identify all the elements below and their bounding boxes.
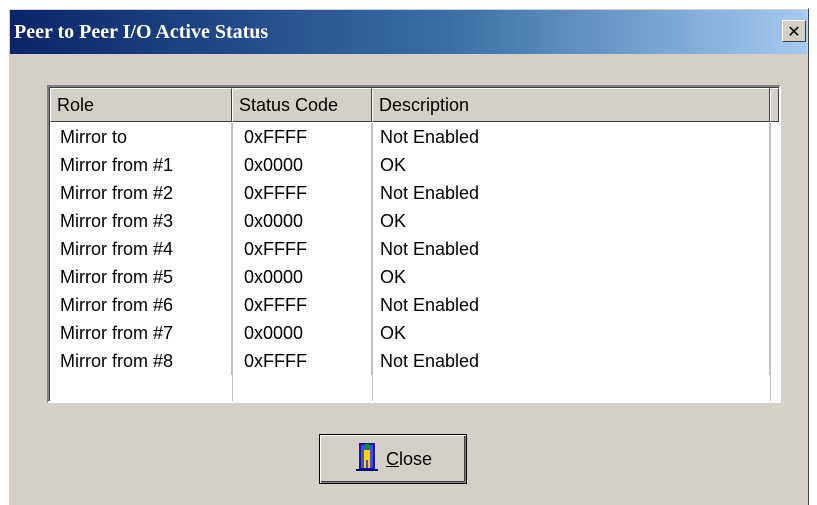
close-mnemonic: C <box>385 448 399 469</box>
cell-description: Not Enabled <box>372 235 770 263</box>
cell-status-code: 0xFFFF <box>232 235 372 263</box>
cell-role: Mirror from #3 <box>50 207 232 235</box>
column-header-status-code[interactable]: Status Code <box>232 88 372 122</box>
cell-status-code: 0x0000 <box>232 151 372 179</box>
list-row[interactable]: Mirror from #6 0xFFFF Not Enabled <box>50 291 779 319</box>
column-header-filler <box>770 88 779 122</box>
title-close-button[interactable]: ✕ <box>782 20 806 42</box>
cell-role: Mirror from #8 <box>50 347 232 375</box>
list-row[interactable]: Mirror from #1 0x0000 OK <box>50 151 779 179</box>
list-row[interactable]: Mirror from #5 0x0000 OK <box>50 263 779 291</box>
cell-status-code: 0xFFFF <box>232 347 372 375</box>
list-row[interactable]: Mirror from #3 0x0000 OK <box>50 207 779 235</box>
list-row[interactable]: Mirror from #7 0x0000 OK <box>50 319 779 347</box>
door-exit-icon <box>354 442 380 477</box>
list-row[interactable]: Mirror from #4 0xFFFF Not Enabled <box>50 235 779 263</box>
status-list[interactable]: Role Status Code Description Mirror to 0… <box>47 85 781 403</box>
list-rows: Mirror to 0xFFFF Not Enabled Mirror from… <box>50 123 779 375</box>
cell-description: OK <box>372 207 770 235</box>
cell-role: Mirror from #7 <box>50 319 232 347</box>
close-button-label: Close <box>386 449 432 470</box>
list-row[interactable]: Mirror to 0xFFFF Not Enabled <box>50 123 779 151</box>
cell-status-code: 0xFFFF <box>232 123 372 151</box>
cell-status-code: 0x0000 <box>232 263 372 291</box>
cell-status-code: 0xFFFF <box>232 291 372 319</box>
cell-description: Not Enabled <box>372 123 770 151</box>
cell-status-code: 0x0000 <box>232 319 372 347</box>
title-bar[interactable]: Peer to Peer I/O Active Status <box>10 10 807 54</box>
list-header: Role Status Code Description <box>50 88 779 122</box>
cell-description: OK <box>372 263 770 291</box>
cell-role: Mirror from #2 <box>50 179 232 207</box>
cell-status-code: 0x0000 <box>232 207 372 235</box>
dialog-window: Peer to Peer I/O Active Status ✕ Role St… <box>8 8 809 505</box>
column-header-description[interactable]: Description <box>372 88 770 122</box>
cell-description: Not Enabled <box>372 291 770 319</box>
cell-role: Mirror from #4 <box>50 235 232 263</box>
cell-role: Mirror to <box>50 123 232 151</box>
close-button[interactable]: Close <box>319 434 467 484</box>
cell-description: OK <box>372 319 770 347</box>
window-title: Peer to Peer I/O Active Status <box>14 20 269 43</box>
list-row[interactable]: Mirror from #8 0xFFFF Not Enabled <box>50 347 779 375</box>
cell-status-code: 0xFFFF <box>232 179 372 207</box>
cell-role: Mirror from #1 <box>50 151 232 179</box>
column-header-role[interactable]: Role <box>50 88 232 122</box>
cell-description: Not Enabled <box>372 179 770 207</box>
cell-description: Not Enabled <box>372 347 770 375</box>
cell-description: OK <box>372 151 770 179</box>
list-row[interactable]: Mirror from #2 0xFFFF Not Enabled <box>50 179 779 207</box>
cell-role: Mirror from #6 <box>50 291 232 319</box>
cell-role: Mirror from #5 <box>50 263 232 291</box>
close-label-rest: lose <box>398 448 433 469</box>
